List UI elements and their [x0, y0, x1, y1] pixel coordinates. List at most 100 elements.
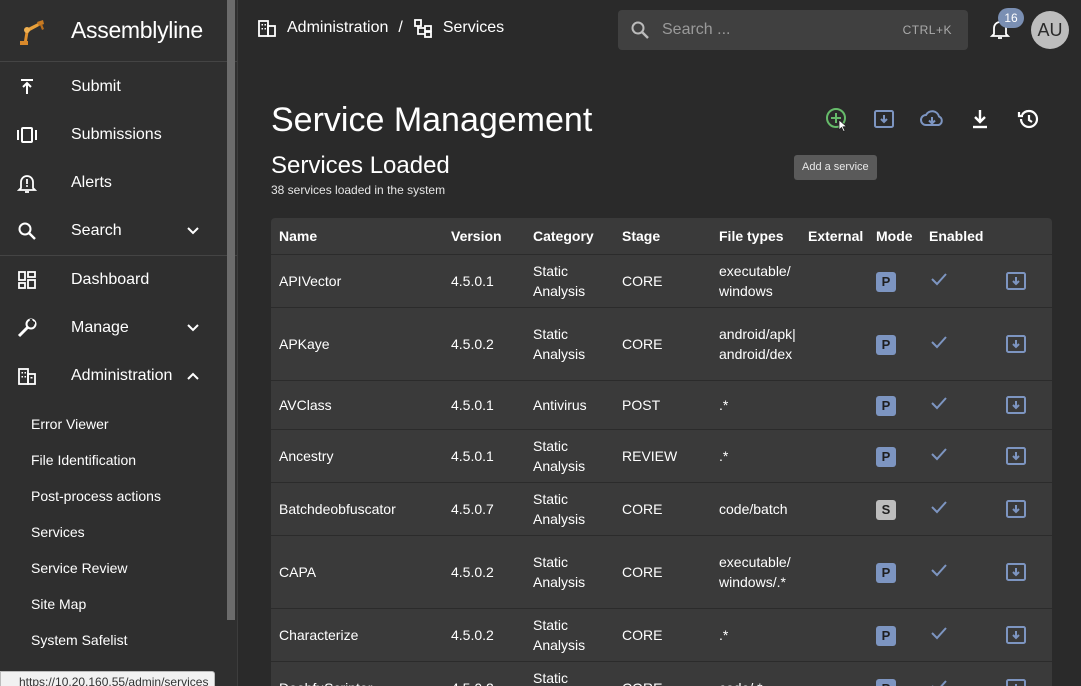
update-service-icon[interactable] — [1004, 332, 1028, 356]
update-service-icon[interactable] — [1004, 393, 1028, 417]
update-service-icon[interactable] — [1004, 269, 1028, 293]
sidebar-item-submissions[interactable]: Submissions — [0, 111, 237, 159]
cell-enabled — [921, 269, 996, 294]
history-button[interactable] — [1015, 106, 1041, 132]
check-icon — [931, 500, 947, 513]
update-service-icon[interactable] — [1004, 497, 1028, 521]
app-name: Assemblyline — [71, 17, 203, 43]
sidebar-item-manage[interactable]: Manage — [0, 304, 237, 352]
column-header-external[interactable]: External — [800, 226, 868, 246]
update-service-icon[interactable] — [1004, 444, 1028, 468]
dashboard-icon — [16, 269, 38, 291]
sidebar-subitem-error-viewer[interactable]: Error Viewer — [0, 406, 237, 442]
mode-chip: P — [876, 334, 896, 355]
update-service-icon[interactable] — [1004, 560, 1028, 584]
column-header-enabled[interactable]: Enabled — [921, 226, 996, 246]
sidebar-item-submit[interactable]: Submit — [0, 63, 237, 111]
cell-actions — [996, 560, 1052, 584]
table-row[interactable]: AVClass 4.5.0.1 Antivirus POST .* P — [271, 381, 1052, 430]
sidebar-item-search[interactable]: Search — [0, 207, 237, 255]
cell-file-types: .* — [719, 397, 729, 413]
alerts-icon — [16, 172, 38, 194]
breadcrumb: Administration / Services — [257, 18, 504, 38]
top-bar: Administration / Services CTRL+K 16 AU — [239, 0, 1081, 60]
cell-enabled — [921, 332, 996, 357]
breadcrumb-separator: / — [398, 19, 403, 36]
cell-mode: P — [868, 562, 921, 583]
cell-stage: CORE — [622, 627, 663, 643]
import-service-button[interactable] — [871, 106, 897, 132]
add-service-button[interactable] — [823, 106, 849, 132]
cell-version: 4.5.0.2 — [451, 627, 494, 643]
column-header-version[interactable]: Version — [443, 226, 525, 246]
cell-name: DeobfuScripter — [271, 678, 443, 686]
cell-category: Static Analysis — [533, 263, 586, 299]
chevron-down-icon[interactable] — [186, 224, 200, 238]
cell-stage: CORE — [614, 678, 711, 686]
sidebar-item-administration[interactable]: Administration — [0, 352, 237, 400]
update-service-icon[interactable] — [1004, 623, 1028, 647]
cell-version: 4.5.0.2 — [451, 336, 494, 352]
cloud-download-button[interactable] — [919, 106, 945, 132]
cell-version: 4.5.0.2 — [443, 678, 525, 686]
cell-enabled — [921, 560, 996, 585]
cell-stage: CORE — [622, 273, 663, 289]
column-header-stage[interactable]: Stage — [614, 226, 711, 246]
sidebar-subitem-service-review[interactable]: Service Review — [0, 550, 237, 586]
cell-version: 4.5.0.2 — [451, 564, 494, 580]
table-row[interactable]: CAPA 4.5.0.2 Static Analysis CORE execut… — [271, 536, 1052, 609]
search-input[interactable] — [662, 21, 882, 39]
sidebar-subitem-services[interactable]: Services — [0, 514, 237, 550]
sidebar-subitem-post-process-actions[interactable]: Post-process actions — [0, 478, 237, 514]
cell-category: Static Analysis — [533, 438, 586, 474]
cell-actions — [996, 497, 1052, 521]
download-button[interactable] — [967, 106, 993, 132]
table-row[interactable]: Ancestry 4.5.0.1 Static Analysis REVIEW … — [271, 430, 1052, 483]
chevron-down-icon[interactable] — [186, 321, 200, 335]
submissions-icon — [16, 124, 38, 146]
check-icon — [931, 626, 947, 639]
breadcrumb-current: Services — [442, 19, 505, 36]
download-icon — [973, 110, 987, 129]
sidebar-item-dashboard[interactable]: Dashboard — [0, 256, 237, 304]
breadcrumb-administration[interactable]: Administration — [287, 19, 388, 37]
cell-actions — [996, 332, 1052, 356]
column-header-mode[interactable]: Mode — [868, 226, 921, 246]
sidebar-subitem-site-map[interactable]: Site Map — [0, 586, 237, 622]
services-table: Name Version Category Stage File types E… — [271, 218, 1052, 686]
cell-stage: CORE — [622, 564, 663, 580]
cell-stage: REVIEW — [622, 448, 678, 464]
history-icon — [1017, 109, 1039, 129]
system-update-icon — [874, 110, 894, 128]
table-row[interactable]: DeobfuScripter 4.5.0.2 Static Analysis C… — [271, 662, 1052, 686]
avatar[interactable]: AU — [1031, 11, 1069, 49]
mode-chip: S — [876, 499, 896, 520]
table-row[interactable]: Batchdeobfuscator 4.5.0.7 Static Analysi… — [271, 483, 1052, 536]
section-title: Services Loaded — [271, 152, 450, 179]
search-box[interactable]: CTRL+K — [618, 10, 968, 50]
sidebar-subitem-file-identification[interactable]: File Identification — [0, 442, 237, 478]
sidebar-item-alerts[interactable]: Alerts — [0, 159, 237, 207]
sidebar-item-label: Alerts — [71, 174, 112, 191]
column-header-name[interactable]: Name — [271, 226, 443, 246]
cell-mode: P — [868, 678, 921, 686]
search-icon — [16, 220, 38, 242]
brand[interactable]: Assemblyline — [0, 0, 237, 62]
cell-mode: P — [868, 271, 921, 292]
sidebar-item-label: Submit — [71, 78, 121, 95]
cell-version: 4.5.0.1 — [451, 273, 494, 289]
cell-enabled — [921, 497, 996, 522]
check-icon — [931, 335, 947, 348]
table-row[interactable]: APKaye 4.5.0.2 Static Analysis CORE andr… — [271, 308, 1052, 381]
search-shortcut: CTRL+K — [902, 23, 952, 37]
cell-mode: P — [868, 446, 921, 467]
chevron-up-icon[interactable] — [186, 369, 200, 383]
sidebar-subitem-system-safelist[interactable]: System Safelist — [0, 622, 237, 658]
update-service-icon[interactable] — [1004, 676, 1028, 686]
table-row[interactable]: Characterize 4.5.0.2 Static Analysis COR… — [271, 609, 1052, 662]
table-row[interactable]: APIVector 4.5.0.1 Static Analysis CORE e… — [271, 255, 1052, 308]
column-header-category[interactable]: Category — [525, 226, 614, 246]
sidebar-scrollbar[interactable] — [227, 0, 235, 620]
cell-enabled — [921, 393, 996, 418]
column-header-file-types[interactable]: File types — [711, 226, 800, 246]
